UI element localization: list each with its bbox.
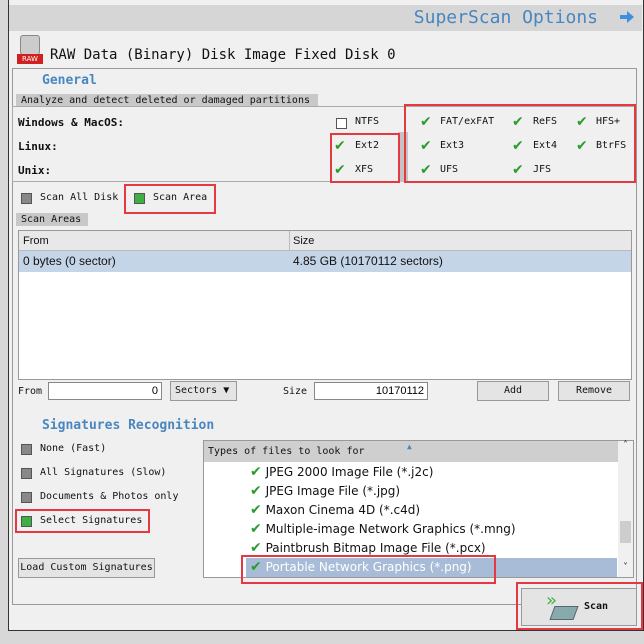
highlight-box — [241, 555, 496, 584]
load-custom-signatures-button[interactable]: Load Custom Signatures — [18, 558, 155, 578]
arrow-right-icon[interactable] — [620, 11, 634, 23]
scroll-thumb[interactable] — [620, 521, 631, 543]
raw-disk-icon: RAW — [17, 35, 43, 65]
item-label: JPEG 2000 Image File (*.j2c) — [265, 465, 434, 479]
check-icon[interactable]: ✔ — [250, 483, 262, 499]
none-radio[interactable] — [21, 444, 32, 455]
highlight-box — [124, 184, 216, 214]
size-label: Size — [283, 386, 308, 397]
scan-all-disk-label: Scan All Disk — [40, 192, 119, 203]
highlight-box — [15, 509, 150, 533]
row-size: 4.85 GB (10170112 sectors) — [293, 254, 443, 268]
scroll-up-icon[interactable]: ˄ — [618, 441, 633, 451]
unit-value: Sectors — [175, 385, 218, 396]
all-signatures-radio[interactable] — [21, 468, 32, 479]
list-item[interactable]: ✔ Maxon Cinema 4D (*.c4d) — [250, 501, 420, 520]
list-item[interactable]: ✔ Multiple-image Network Graphics (*.mng… — [250, 520, 516, 539]
check-icon[interactable]: ✔ — [250, 502, 262, 518]
documents-photos-label: Documents & Photos only — [40, 491, 179, 502]
list-item[interactable]: ✔ JPEG 2000 Image File (*.j2c) — [250, 463, 433, 482]
item-label: Maxon Cinema 4D (*.c4d) — [265, 503, 421, 517]
list-header-label: Types of files to look for — [208, 446, 365, 457]
add-button[interactable]: Add — [477, 381, 549, 401]
item-label: Paintbrush Bitmap Image File (*.pcx) — [265, 541, 486, 555]
column-from[interactable]: From — [23, 231, 49, 251]
linux-label: Linux: — [18, 140, 58, 153]
scan-areas-tab: Scan Areas — [16, 213, 88, 226]
none-label: None (Fast) — [40, 443, 107, 454]
from-input[interactable] — [48, 382, 162, 400]
window-title: SuperScan Options — [413, 7, 598, 28]
item-label: Multiple-image Network Graphics (*.mng) — [265, 522, 516, 536]
highlight-box — [404, 104, 636, 183]
scan-all-disk-radio[interactable] — [21, 193, 32, 204]
highlight-box — [516, 582, 643, 630]
unit-dropdown[interactable]: Sectors ▼ — [170, 381, 237, 401]
sort-up-icon: ▲ — [407, 442, 412, 451]
item-label: JPEG Image File (*.jpg) — [265, 484, 401, 498]
size-input[interactable] — [314, 382, 428, 400]
scroll-down-icon[interactable]: ˅ — [618, 563, 633, 573]
ntfs-checkbox[interactable] — [336, 118, 347, 129]
check-icon[interactable]: ✔ — [250, 540, 262, 556]
check-icon[interactable]: ✔ — [250, 521, 262, 537]
documents-photos-radio[interactable] — [21, 492, 32, 503]
windows-label: Windows & MacOS: — [18, 116, 124, 129]
table-header: From Size — [19, 231, 631, 251]
ntfs-label: NTFS — [355, 116, 380, 127]
scan-areas-table: From Size 0 bytes (0 sector) 4.85 GB (10… — [18, 230, 632, 380]
general-heading: General — [42, 73, 97, 88]
signatures-heading: Signatures Recognition — [42, 418, 215, 433]
column-size[interactable]: Size — [289, 231, 314, 251]
from-label: From — [18, 386, 43, 397]
scrollbar[interactable]: ˄ ˅ — [618, 441, 633, 577]
list-item[interactable]: ✔ JPEG Image File (*.jpg) — [250, 482, 400, 501]
check-icon[interactable]: ✔ — [250, 464, 262, 480]
all-signatures-label: All Signatures (Slow) — [40, 467, 167, 478]
remove-button[interactable]: Remove — [558, 381, 630, 401]
table-row[interactable]: 0 bytes (0 sector) 4.85 GB (10170112 sec… — [19, 251, 631, 272]
chevron-down-icon: ▼ — [223, 385, 230, 396]
disk-name: RAW Data (Binary) Disk Image Fixed Disk … — [50, 47, 396, 63]
highlight-box — [330, 133, 400, 183]
unix-label: Unix: — [18, 164, 52, 177]
row-from: 0 bytes (0 sector) — [23, 254, 116, 268]
list-header[interactable]: Types of files to look for ▲ — [204, 441, 618, 462]
